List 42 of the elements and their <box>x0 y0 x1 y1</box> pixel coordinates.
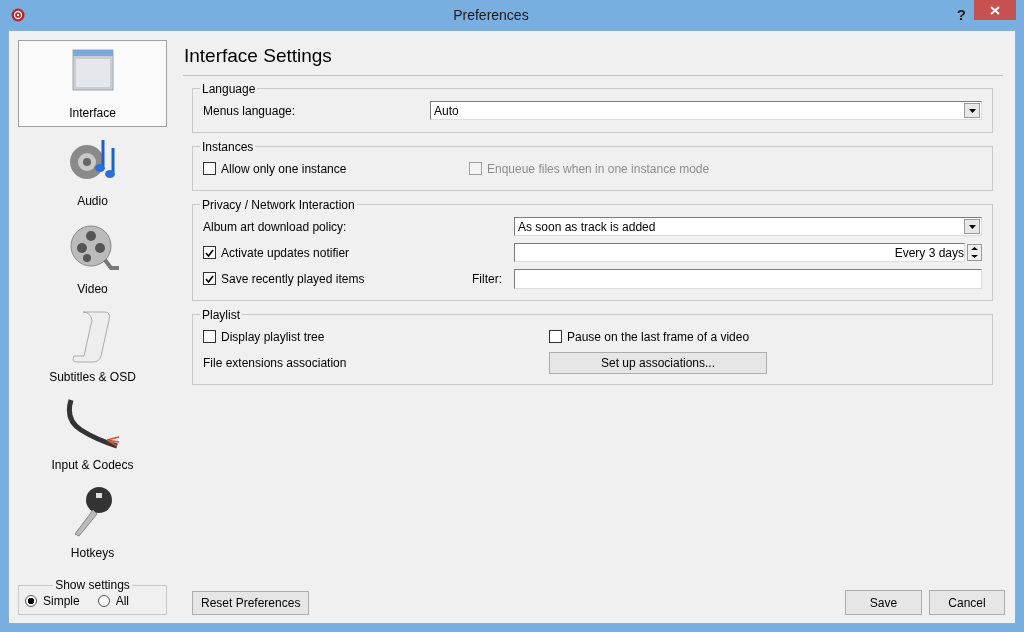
caret-icon <box>968 224 976 229</box>
group-title: Playlist <box>201 307 241 322</box>
field-label: Album art download policy: <box>203 218 348 236</box>
field-label: File extensions association <box>203 354 348 372</box>
close-icon <box>990 5 1000 15</box>
checkbox[interactable]: Save recently played items <box>203 269 463 288</box>
close-button[interactable] <box>974 0 1016 20</box>
checkbox: Enqueue files when in one instance mode <box>469 159 982 178</box>
setup-button[interactable]: Set up associations... <box>549 351 767 374</box>
radio-button[interactable]: All <box>97 592 130 610</box>
checkbox[interactable]: Allow only one instance <box>203 159 469 178</box>
field-label: Menus language: <box>203 102 297 120</box>
sidebar-item[interactable]: Subtitles & OSD <box>18 303 167 391</box>
checkbox[interactable]: Activate updates notifier <box>203 243 514 262</box>
text-field[interactable] <box>514 268 982 289</box>
save-button[interactable]: Save <box>845 590 922 615</box>
checkbox[interactable]: Display playlist tree <box>203 327 549 346</box>
checkbox[interactable]: Pause on the last frame of a video <box>549 327 982 346</box>
group-title: Language <box>201 81 257 96</box>
spin-box[interactable]: Every 3 days <box>514 243 965 262</box>
dropdown[interactable]: As soon as track is added <box>514 217 982 236</box>
sidebar-item[interactable]: Hotkeys <box>18 479 167 567</box>
sidebar-item[interactable]: Interface <box>18 40 167 127</box>
caret-icon <box>968 108 976 113</box>
checkmark-icon <box>205 274 214 283</box>
group-title: Privacy / Network Interaction <box>201 197 356 212</box>
checkmark-icon <box>205 248 214 257</box>
radio-button[interactable]: Simple <box>25 592 80 610</box>
spinner-arrows-icon <box>967 244 982 261</box>
cancel-button[interactable]: Cancel <box>929 590 1005 615</box>
app-logo-icon <box>11 8 25 22</box>
group-title: Instances <box>201 139 255 154</box>
reset-button[interactable]: Reset Preferences <box>192 590 310 615</box>
group-title: Show settings <box>54 578 131 592</box>
help-button[interactable]: ? <box>956 3 966 27</box>
sidebar-item[interactable]: Input & Codecs <box>18 391 167 479</box>
window-title: Preferences <box>452 5 530 25</box>
sidebar-item[interactable]: Audio <box>18 127 167 215</box>
sidebar-item[interactable]: Video <box>18 215 167 303</box>
field-label: Filter: <box>472 270 503 288</box>
page-title: Interface Settings <box>183 40 1003 76</box>
dropdown[interactable]: Auto <box>430 101 982 120</box>
